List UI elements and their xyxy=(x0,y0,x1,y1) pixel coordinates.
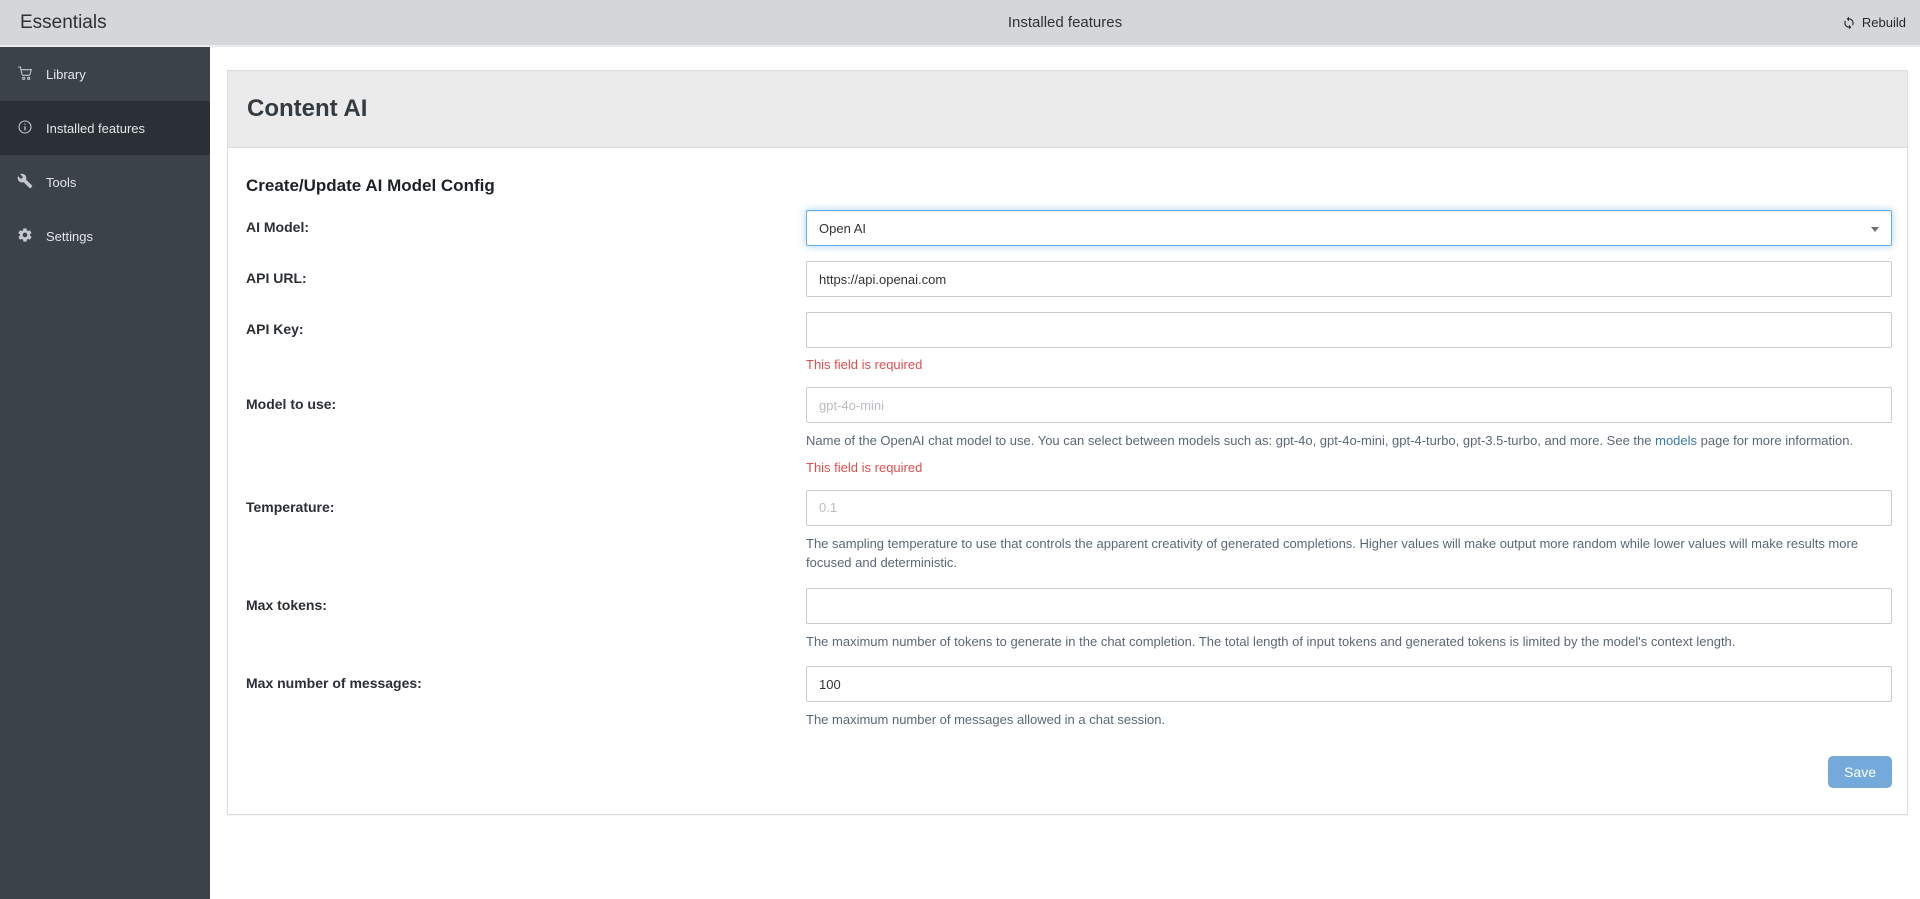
temperature-help: The sampling temperature to use that con… xyxy=(806,535,1859,570)
main-content: Content AI Create/Update AI Model Config… xyxy=(210,47,1920,899)
sidebar-item-label: Settings xyxy=(46,228,93,244)
max-tokens-input[interactable] xyxy=(806,587,1892,624)
model-to-use-input[interactable] xyxy=(806,387,1892,423)
save-button[interactable]: Save xyxy=(1828,756,1892,789)
sidebar-item-label: Installed features xyxy=(46,120,146,136)
cart-icon xyxy=(17,65,33,84)
rebuild-button[interactable]: Rebuild xyxy=(1842,0,1906,45)
model-to-use-help: Name of the OpenAI chat model to use. Yo… xyxy=(806,432,1892,451)
field-label: Max tokens: xyxy=(246,596,327,613)
sidebar-item-settings[interactable]: Settings xyxy=(0,209,210,263)
panel-heading: Content AI xyxy=(228,71,1907,148)
ai-model-select[interactable]: Open AI xyxy=(806,210,1892,246)
page-title: Installed features xyxy=(1007,14,1123,31)
panel-body: Create/Update AI Model Config AI Model: … xyxy=(228,148,1907,814)
sidebar-item-label: Library xyxy=(46,66,86,82)
field-row-temperature: Temperature: The sampling temperature to… xyxy=(246,489,1892,573)
sidebar-item-tools[interactable]: Tools xyxy=(0,155,210,209)
save-row: Save xyxy=(246,756,1892,789)
sync-icon xyxy=(1842,16,1856,30)
models-link[interactable]: models xyxy=(1655,433,1697,448)
content-ai-panel: Content AI Create/Update AI Model Config… xyxy=(227,70,1908,816)
api-key-input[interactable] xyxy=(806,312,1892,348)
field-row-model-to-use: Model to use: Name of the OpenAI chat mo… xyxy=(246,387,1892,475)
field-label: AI Model: xyxy=(246,219,309,235)
field-label: API Key: xyxy=(246,321,304,337)
gear-icon xyxy=(17,227,33,246)
ai-model-selected-value: Open AI xyxy=(819,220,866,236)
sidebar-item-label: Tools xyxy=(46,174,77,190)
chevron-down-icon xyxy=(1871,227,1879,232)
top-navbar: Essentials Installed features Rebuild xyxy=(0,0,1920,47)
field-row-api-url: API URL: xyxy=(246,261,1892,297)
max-messages-input[interactable] xyxy=(806,666,1892,703)
field-row-max-messages: Max number of messages: The maximum numb… xyxy=(246,666,1892,730)
field-row-max-tokens: Max tokens: The maximum number of tokens… xyxy=(246,587,1892,652)
model-to-use-error: This field is required xyxy=(806,459,923,475)
form-heading: Create/Update AI Model Config xyxy=(246,176,495,195)
field-label: Temperature: xyxy=(246,498,335,515)
api-url-input[interactable] xyxy=(806,261,1892,297)
field-row-api-key: API Key: This field is required xyxy=(246,312,1892,372)
info-circle-icon xyxy=(17,119,33,138)
temperature-input[interactable] xyxy=(806,489,1892,526)
help-text: page for more information. xyxy=(1697,433,1854,448)
wrench-icon xyxy=(17,173,33,192)
panel-title: Content AI xyxy=(247,95,368,122)
sidebar-item-installed-features[interactable]: Installed features xyxy=(0,101,210,155)
rebuild-label: Rebuild xyxy=(1861,15,1906,30)
max-messages-help: The maximum number of messages allowed i… xyxy=(806,712,1166,728)
field-label: Model to use: xyxy=(246,396,337,412)
sidebar: Library Installed features Tools Setting… xyxy=(0,47,210,899)
field-row-ai-model: AI Model: Open AI xyxy=(246,210,1892,246)
field-label: API URL: xyxy=(246,270,307,286)
sidebar-item-library[interactable]: Library xyxy=(0,47,210,101)
app-brand: Essentials xyxy=(20,11,107,33)
max-tokens-help: The maximum number of tokens to generate… xyxy=(806,633,1736,649)
help-text: Name of the OpenAI chat model to use. Yo… xyxy=(806,433,1656,448)
api-key-error: This field is required xyxy=(806,357,923,372)
field-label: Max number of messages: xyxy=(246,675,422,692)
